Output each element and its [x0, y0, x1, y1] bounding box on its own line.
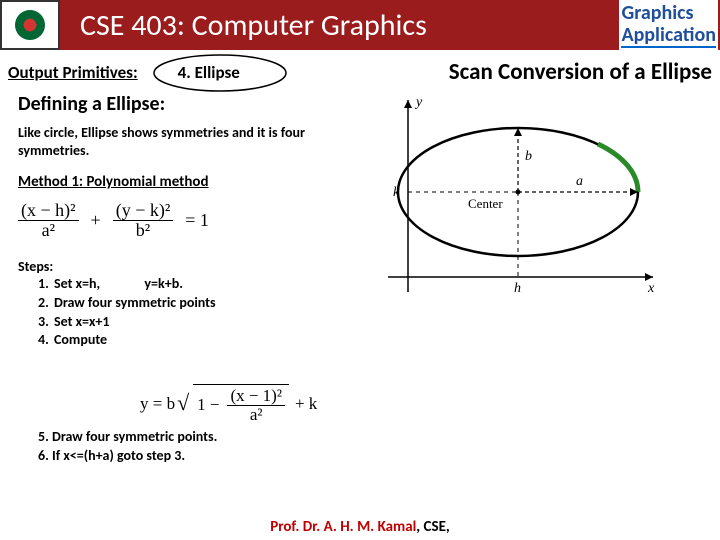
steps-list: Set x=h, y=k+b. Draw four symmetric poin…: [52, 275, 348, 351]
step-item: Compute: [52, 331, 348, 350]
plus-sign: +: [91, 210, 101, 231]
frac1-den: a²: [39, 221, 58, 240]
equals-one: = 1: [185, 210, 209, 231]
scan-conversion-title: Scan Conversion of a Ellipse: [449, 58, 712, 86]
steps-label: Steps:: [18, 258, 348, 275]
label-k: k: [393, 185, 400, 200]
tag-line-2: Application: [621, 24, 716, 48]
content-area: Defining a Ellipse: Like circle, Ellipse…: [0, 86, 720, 466]
frac2-num: (y − k)²: [113, 201, 174, 221]
sqrt-body: 1 − (x − 1)² a²: [193, 384, 289, 424]
equation-compute-y: y = b 1 − (x − 1)² a² + k: [140, 384, 317, 424]
step-item: Draw four symmetric points: [52, 294, 348, 313]
output-primitives-label: Output Primitives:: [8, 62, 138, 83]
label-h: h: [514, 281, 521, 296]
eq2-den: a²: [247, 406, 266, 424]
ellipse-label-wrap: 4. Ellipse: [178, 62, 240, 83]
ellipse-number-label: 4. Ellipse: [178, 62, 240, 83]
fraction-2: (y − k)² b²: [113, 201, 174, 240]
subheader-row: Output Primitives: 4. Ellipse Scan Conve…: [0, 58, 720, 86]
eq2-lhs: y = b: [140, 394, 175, 414]
footer-prof: Prof. Dr. A. H. M. Kamal: [270, 518, 416, 536]
defining-heading: Defining a Ellipse:: [18, 92, 348, 116]
eq2-one: 1 −: [197, 395, 219, 415]
step-item: Draw four symmetric points.: [52, 428, 348, 447]
equation-polynomial: (x − h)² a² + (y − k)² b² = 1: [18, 201, 348, 240]
eq2-fraction: (x − 1)² a²: [227, 387, 285, 424]
footer-rest: , CSE,: [416, 518, 449, 536]
label-b: b: [525, 149, 532, 164]
footer: Prof. Dr. A. H. M. Kamal, CSE,: [0, 518, 720, 536]
label-a: a: [576, 174, 583, 189]
later-steps-list: Draw four symmetric points. If x<=(h+a) …: [52, 428, 348, 466]
eq2-tail: + k: [295, 394, 317, 414]
frac1-num: (x − h)²: [18, 201, 79, 221]
eq2-num: (x − 1)²: [227, 387, 285, 406]
tag-box: Graphics Application: [619, 0, 718, 50]
axis-y-label: y: [414, 95, 423, 110]
tag-line-1: Graphics: [621, 2, 716, 24]
step-item: Set x=x+1: [52, 313, 348, 332]
logo: [0, 0, 60, 50]
sqrt-icon: 1 − (x − 1)² a²: [181, 384, 289, 424]
description-text: Like circle, Ellipse shows symmetries an…: [18, 124, 348, 159]
frac2-den: b²: [133, 221, 153, 240]
label-center: Center: [468, 196, 503, 211]
fraction-1: (x − h)² a²: [18, 201, 79, 240]
axis-x-label: x: [647, 281, 655, 296]
step-item: Set x=h, y=k+b.: [52, 275, 348, 294]
header-bar: CSE 403: Computer Graphics Graphics Appl…: [0, 0, 720, 50]
ellipse-diagram: y x a b Center k h: [348, 92, 658, 302]
logo-emblem-icon: [15, 10, 45, 40]
step-item: If x<=(h+a) goto step 3.: [52, 447, 348, 466]
right-column: y x a b Center k h: [348, 92, 710, 466]
method-heading: Method 1: Polynomial method: [18, 173, 348, 191]
